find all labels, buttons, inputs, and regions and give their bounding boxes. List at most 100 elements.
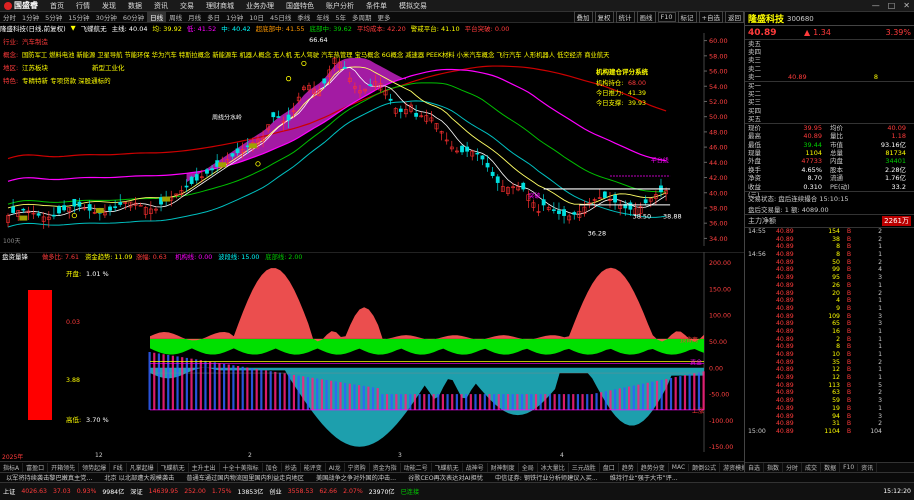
order-row[interactable]: 买二 [745, 90, 914, 98]
indicator-chart[interactable]: 盘资量锋 做多比: 7.61 资金趋势: 11.09 涨幅: 0.63 机构线: 0.0… [0, 252, 744, 452]
menu-item[interactable]: 资讯 [148, 1, 174, 11]
indicator-tab[interactable]: 冰大量比 [538, 462, 569, 472]
maximize-icon[interactable]: □ [884, 1, 900, 10]
indicator-tab[interactable]: F线 [110, 462, 127, 472]
menu-item[interactable]: 业务办理 [240, 1, 280, 11]
ma-indicator-name[interactable]: 飞蝶航无 [81, 23, 112, 33]
indicator-tab[interactable]: 主升主出 [189, 462, 220, 472]
panel-tab[interactable]: 数据 [821, 463, 841, 472]
period-tab[interactable]: 分时 [0, 12, 19, 22]
menu-item[interactable]: 数据 [122, 1, 148, 11]
menu-item[interactable]: 模拟交易 [393, 1, 433, 11]
indicator-tab[interactable]: 指标A [0, 462, 24, 472]
menu-item[interactable]: 条件单 [360, 1, 393, 11]
tool-button[interactable]: 返回 [725, 11, 744, 23]
indicator-tab[interactable]: 能评变 [301, 462, 326, 472]
menu-item[interactable]: 发现 [96, 1, 122, 11]
menu-item[interactable]: 理财商城 [200, 1, 240, 11]
panel-tab[interactable]: F10 [840, 464, 859, 471]
period-tab[interactable]: 更多 [374, 12, 393, 22]
tool-button[interactable]: 叠加 [573, 11, 593, 23]
indicator-tab[interactable]: 颠倒公式 [689, 462, 721, 472]
indicator-tab[interactable]: 富盈口 [23, 462, 49, 472]
period-tab[interactable]: 5年 [332, 12, 349, 22]
minimize-icon[interactable]: — [868, 1, 884, 10]
menu-item[interactable]: 国盛特色 [280, 1, 320, 11]
period-tab[interactable]: 日线 [147, 12, 167, 22]
indicator-tab[interactable]: 十全十美指标 [220, 462, 263, 472]
order-row[interactable]: 买五 [745, 115, 914, 123]
tool-button[interactable]: 复权 [594, 11, 614, 23]
news-item[interactable]: 普通车通过国内物流园里国内利益走向地区 [180, 473, 310, 482]
indicator-tab[interactable]: 动能二号 [401, 462, 432, 472]
indicator-tab[interactable]: 开箱领先 [48, 462, 80, 472]
indicator-tab[interactable]: 资金为指 [370, 462, 401, 472]
order-row[interactable]: 卖一 40.89 8 [745, 73, 914, 81]
menu-item[interactable]: 交易 [174, 1, 200, 11]
period-tab[interactable]: 45日线 [267, 12, 294, 22]
indicator-tab[interactable]: 趋势分变 [638, 462, 669, 472]
period-tab[interactable]: 多周期 [349, 12, 375, 22]
indicator-tab[interactable]: 飞蝶航无 [158, 462, 189, 472]
period-tab[interactable]: 30分钟 [93, 12, 120, 22]
news-item[interactable]: 谷歌CEO再次表达对AI担忧 [402, 473, 489, 482]
period-tab[interactable]: 多日 [204, 12, 223, 22]
indicator-tab[interactable]: 飞蝶航无 [432, 462, 463, 472]
period-tab[interactable]: 1分钟 [19, 12, 42, 22]
indicator-tab[interactable]: MAC [669, 463, 690, 471]
panel-tab[interactable]: 指数 [764, 463, 784, 472]
order-row[interactable]: 买三 [745, 98, 914, 106]
panel-tab[interactable]: 成交 [802, 463, 822, 472]
period-tab[interactable]: 10日 [246, 12, 267, 22]
indicator-tab[interactable]: AI龙 [326, 462, 345, 472]
news-item[interactable]: 以军将持续袭击黎巴嫩真主党... [0, 473, 98, 482]
period-tab[interactable]: 年线 [313, 12, 332, 22]
order-row[interactable]: 卖五 [745, 40, 914, 48]
menu-item[interactable]: 行情 [70, 1, 96, 11]
dropdown-arrow-icon[interactable]: ▼ [71, 24, 81, 32]
period-tab[interactable]: 1分钟 [223, 12, 246, 22]
period-tab[interactable]: 15分钟 [65, 12, 92, 22]
news-item[interactable]: 维持行业“强于大市”评... [604, 473, 684, 482]
order-row[interactable]: 卖四 [745, 48, 914, 56]
indicator-tab[interactable]: 抄选 [282, 462, 301, 472]
close-icon[interactable]: ✕ [899, 1, 914, 10]
indicator-tab[interactable]: 三元战胜 [569, 462, 600, 472]
period-tab[interactable]: 5分钟 [42, 12, 65, 22]
news-item[interactable]: 中信证券: 钢铁行业分析师建议入买... [489, 473, 604, 482]
order-row[interactable]: 买一 [745, 82, 914, 90]
order-row[interactable]: 卖二 [745, 65, 914, 73]
period-tab[interactable]: 季线 [294, 12, 313, 22]
tool-button[interactable]: F10 [657, 12, 676, 22]
tool-button[interactable]: +自选 [698, 11, 723, 23]
tool-button[interactable]: 画线 [636, 11, 656, 23]
indicator-tab[interactable]: 加仓 [263, 462, 282, 472]
news-item[interactable]: 美国战争之争对外国的冲击... [310, 473, 402, 482]
index-value: 37.03 [52, 488, 71, 495]
order-row[interactable]: 卖三 [745, 56, 914, 64]
indicator-tab[interactable]: 全局 [519, 462, 538, 472]
indicator-tab[interactable]: 趋势 [619, 462, 638, 472]
indicator-tab[interactable]: 财神制度 [488, 462, 519, 472]
tool-button[interactable]: 标记 [677, 11, 697, 23]
indicator-tab[interactable]: 领势起爆 [79, 462, 111, 472]
tool-button[interactable]: 统计 [615, 11, 635, 23]
indicator-tab[interactable]: 宁资购 [345, 462, 370, 472]
period-tab[interactable]: 月线 [185, 12, 204, 22]
period-tab[interactable]: 60分钟 [120, 12, 147, 22]
panel-tab[interactable]: 资讯 [858, 463, 878, 472]
order-row[interactable]: 买四 [745, 107, 914, 115]
indicator-tab[interactable]: 盘口 [600, 462, 619, 472]
news-item[interactable]: 北京 以北部遭大规模袭击 [98, 473, 180, 482]
panel-tab[interactable]: 自选 [745, 463, 765, 472]
period-tab[interactable]: 周线 [166, 12, 185, 22]
menu-item[interactable]: 首页 [44, 1, 70, 11]
indicator-tab[interactable]: 战神号 [463, 462, 488, 472]
histogram-bar [260, 369, 263, 410]
indicator-tab[interactable]: 凡掌起爆 [127, 462, 158, 472]
menu-item[interactable]: 账户分析 [320, 1, 360, 11]
candlestick-chart[interactable]: 60.00 58.00 56.00 54.00 52.00 50.00 48.00 46.00… [0, 33, 744, 246]
candle-body [521, 182, 526, 190]
trade-ticks[interactable]: 14:55 40.89 154 B 2 40.89 38 B 2 40.89 8 B 1 14:56 40.… [745, 228, 914, 436]
panel-tab[interactable]: 分时 [783, 463, 803, 472]
